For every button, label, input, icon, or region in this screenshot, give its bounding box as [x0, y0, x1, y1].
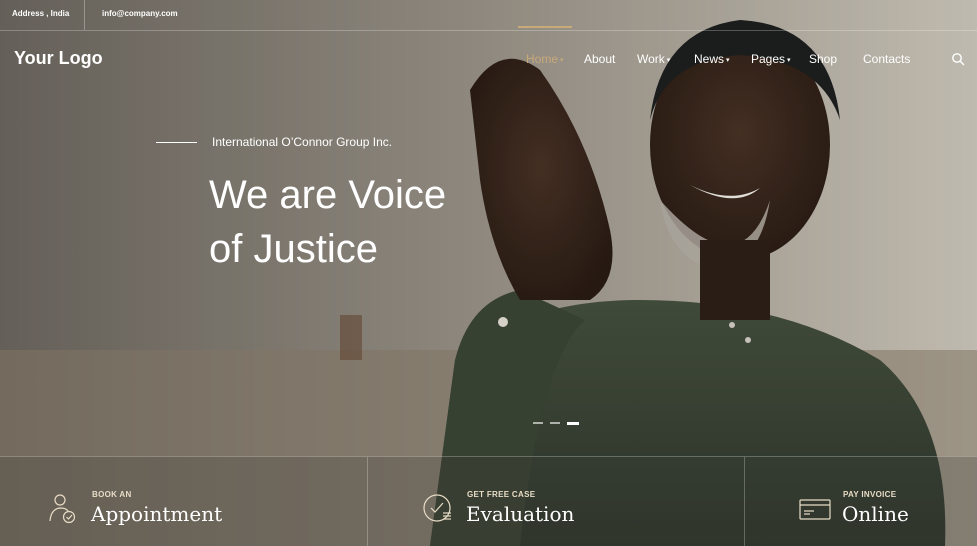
email-link[interactable]: info@company.com [102, 9, 178, 18]
main-nav: Home ▾ About Work ▾ News ▾ Pages ▾ Shop Cont… [0, 52, 977, 72]
checklist-icon [423, 494, 451, 522]
hero-section: Address , India info@company.com Your Lo… [0, 0, 977, 546]
cta-big-label: Online [842, 502, 909, 526]
topbar-divider [84, 0, 85, 30]
nav-item-label: Home [526, 52, 559, 66]
nav-item-label: Shop [809, 52, 838, 66]
nav-item-shop[interactable]: Shop [809, 52, 837, 66]
hero-headline: We are Voice of Justice [209, 168, 529, 276]
slider-dot-active[interactable] [567, 421, 579, 425]
hero-eyebrow: International O’Connor Group Inc. [212, 135, 393, 149]
chevron-down-icon: ▾ [666, 56, 671, 64]
cta-appointment[interactable]: BOOK AN Appointment [0, 457, 367, 546]
hero-headline-line2: of Justice [209, 227, 378, 271]
chevron-down-icon: ▾ [560, 56, 564, 64]
cta-small-label: BOOK AN [92, 490, 132, 499]
nav-item-label: Contacts [863, 52, 911, 66]
hero-headline-line1: We are Voice [209, 173, 447, 217]
slider-dot[interactable] [550, 422, 560, 424]
nav-item-home[interactable]: Home ▾ [526, 52, 564, 66]
cta-small-label: PAY INVOICE [843, 490, 897, 499]
nav-item-contacts[interactable]: Contacts [863, 52, 910, 66]
top-bar: Address , India info@company.com [0, 0, 977, 31]
nav-item-about[interactable]: About [584, 52, 615, 66]
chevron-down-icon: ▾ [787, 56, 791, 64]
cta-small-label: GET FREE CASE [467, 490, 536, 499]
nav-item-news[interactable]: News ▾ [694, 52, 730, 66]
search-icon[interactable] [951, 52, 965, 66]
nav-item-label: About [584, 52, 616, 66]
nav-item-work[interactable]: Work ▾ [637, 52, 670, 66]
cta-pay-invoice[interactable]: PAY INVOICE Online [745, 457, 977, 546]
nav-item-pages[interactable]: Pages ▾ [751, 52, 791, 66]
cta-evaluation[interactable]: GET FREE CASE Evaluation [368, 457, 744, 546]
cta-big-label: Evaluation [466, 502, 575, 526]
address-text: Address , India [12, 9, 70, 18]
slider-dot[interactable] [533, 422, 543, 424]
credit-card-icon [799, 499, 831, 520]
nav-item-label: Pages [751, 52, 786, 66]
chevron-down-icon: ▾ [726, 56, 730, 64]
eyebrow-divider [156, 142, 197, 143]
cta-big-label: Appointment [91, 502, 223, 526]
nav-item-label: News [694, 52, 725, 66]
cta-bar: BOOK AN Appointment GET FREE CASE Evalua… [0, 456, 977, 546]
nav-active-indicator [518, 26, 572, 28]
nav-item-label: Work [637, 52, 665, 66]
user-check-icon [49, 494, 76, 524]
